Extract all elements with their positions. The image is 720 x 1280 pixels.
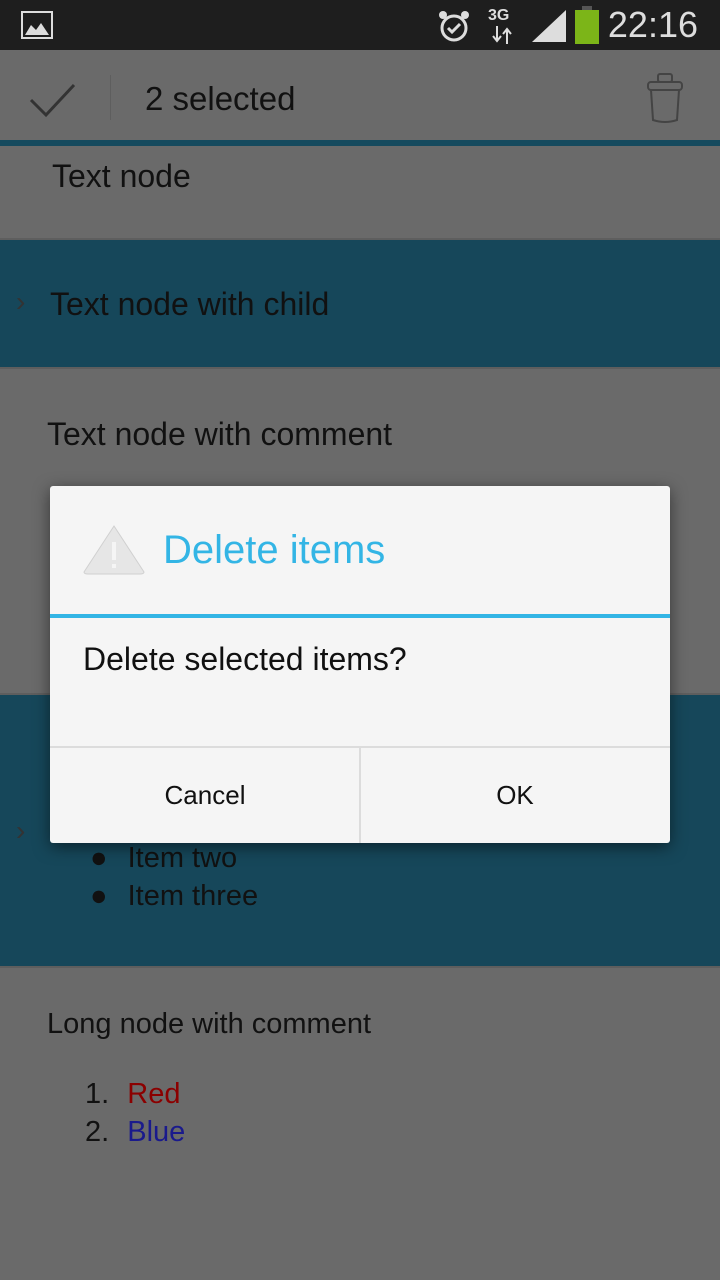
dialog-message: Delete selected items? <box>83 641 407 677</box>
gallery-icon <box>21 11 53 39</box>
warning-icon <box>83 525 145 575</box>
data-3g-icon <box>492 26 512 44</box>
item-label: Text node with child <box>50 286 330 322</box>
status-bar: 3G 22:16 <box>0 0 720 50</box>
network-type: 3G <box>488 7 510 24</box>
delete-dialog: Delete items Delete selected items? Canc… <box>50 486 670 843</box>
alarm-icon <box>439 11 469 42</box>
item-label: Long node with comment <box>47 1008 372 1040</box>
dialog-title: Delete items <box>163 528 386 572</box>
bullet-item: ● Item two <box>90 842 238 874</box>
ok-button[interactable]: OK <box>360 748 670 843</box>
numbered-item: 2. Blue <box>85 1116 186 1148</box>
list-item-selected[interactable]: › Text node with child <box>0 240 720 369</box>
cancel-button[interactable]: Cancel <box>50 748 360 843</box>
chevron-right-icon[interactable]: › <box>16 815 25 847</box>
bullet-item: ● Item three <box>90 880 259 912</box>
numbered-item: 1. Red <box>85 1078 181 1110</box>
battery-icon <box>575 6 599 44</box>
selection-count: 2 selected <box>145 80 296 117</box>
item-label: Text node <box>52 158 191 194</box>
list-item[interactable]: Text node <box>0 146 720 240</box>
divider <box>110 75 111 120</box>
chevron-right-icon[interactable]: › <box>16 286 25 318</box>
action-bar: 2 selected <box>0 50 720 140</box>
clock: 22:16 <box>607 4 698 45</box>
title-divider <box>50 614 670 618</box>
check-icon[interactable] <box>28 82 76 118</box>
signal-icon <box>532 10 566 42</box>
trash-icon[interactable] <box>644 72 686 124</box>
list-item[interactable]: Long node with comment 1. Red 2. Blue <box>0 968 720 1280</box>
item-label: Text node with comment <box>47 416 393 452</box>
